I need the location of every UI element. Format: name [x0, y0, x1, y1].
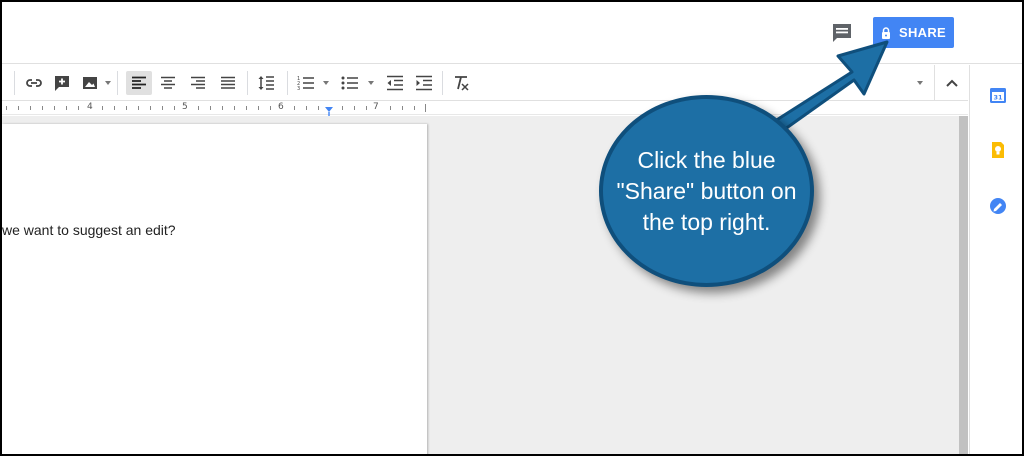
ruler-tick — [78, 106, 79, 110]
ruler-tick — [222, 106, 223, 110]
ruler-number: 6 — [278, 102, 284, 112]
calendar-icon[interactable]: 31 — [989, 86, 1007, 104]
document-page[interactable]: we want to suggest an edit? — [2, 124, 427, 454]
app-frame: SHARE 123 4 5 6 7 we want to suggest an … — [0, 0, 1024, 456]
ruler-tick — [162, 106, 163, 110]
clear-formatting-icon[interactable] — [449, 71, 473, 95]
ruler-tick — [198, 106, 199, 110]
ruler-tick — [174, 106, 175, 110]
chevron-down-icon[interactable] — [323, 81, 329, 85]
vertical-scrollbar[interactable] — [959, 116, 968, 454]
ruler-tick — [54, 106, 55, 110]
ruler-tick — [102, 106, 103, 110]
ruler-tick — [6, 106, 7, 110]
toolbar-divider — [14, 71, 15, 95]
ruler-tick — [258, 106, 259, 110]
insert-comment-icon[interactable] — [50, 71, 74, 95]
ruler-number: 5 — [182, 102, 188, 112]
ruler-tick — [30, 106, 31, 110]
collapse-icon[interactable] — [934, 65, 968, 101]
increase-indent-icon[interactable] — [412, 71, 436, 95]
numbered-list-icon[interactable]: 123 — [294, 71, 318, 95]
ruler-tick — [126, 106, 127, 110]
ruler-number: 7 — [373, 102, 379, 112]
ruler-tick — [150, 106, 151, 110]
keep-icon[interactable] — [989, 141, 1007, 159]
ruler-tick — [414, 106, 415, 110]
ruler-tick — [366, 106, 367, 110]
ruler-tick — [270, 106, 271, 110]
align-justify-icon[interactable] — [216, 71, 240, 95]
document-text[interactable]: we want to suggest an edit? — [2, 222, 176, 238]
toolbar-divider — [442, 71, 443, 95]
ruler-tick — [42, 106, 43, 110]
callout-text: Click the blue "Share" button on the top… — [616, 146, 797, 235]
ruler-tick — [114, 106, 115, 110]
document-canvas: we want to suggest an edit? — [2, 116, 968, 454]
chevron-down-icon[interactable] — [105, 81, 111, 85]
ruler-tick — [66, 106, 67, 110]
ruler-tick — [18, 106, 19, 110]
insert-image-icon[interactable] — [78, 71, 102, 95]
ruler-tick — [294, 106, 295, 110]
ruler-tick — [138, 106, 139, 110]
ruler-tick — [306, 106, 307, 110]
ruler-tick — [246, 106, 247, 110]
share-label: SHARE — [898, 25, 946, 40]
chevron-down-icon[interactable] — [917, 81, 923, 85]
ruler-tick — [402, 106, 403, 110]
svg-text:3: 3 — [297, 86, 300, 91]
indent-marker-icon[interactable] — [324, 103, 334, 116]
calendar-date: 31 — [993, 94, 1003, 102]
ruler-number: 4 — [87, 102, 93, 112]
insert-link-icon[interactable] — [22, 71, 46, 95]
ruler-margin-marker[interactable] — [425, 104, 426, 112]
ruler-tick — [354, 106, 355, 110]
toolbar-divider — [247, 71, 248, 95]
ruler-tick — [318, 106, 319, 110]
bulleted-list-icon[interactable] — [338, 71, 362, 95]
tutorial-callout: Click the blue "Share" button on the top… — [599, 95, 814, 287]
decrease-indent-icon[interactable] — [383, 71, 407, 95]
side-panel: 31 — [969, 65, 1022, 454]
toolbar-divider — [287, 71, 288, 95]
align-center-icon[interactable] — [156, 71, 180, 95]
ruler-tick — [210, 106, 211, 110]
ruler-tick — [390, 106, 391, 110]
line-spacing-icon[interactable] — [254, 71, 278, 95]
ruler-tick — [234, 106, 235, 110]
chevron-down-icon[interactable] — [368, 81, 374, 85]
toolbar-divider — [117, 71, 118, 95]
align-right-icon[interactable] — [186, 71, 210, 95]
tasks-icon[interactable] — [989, 197, 1007, 215]
ruler-tick — [342, 106, 343, 110]
align-left-icon[interactable] — [126, 71, 152, 95]
